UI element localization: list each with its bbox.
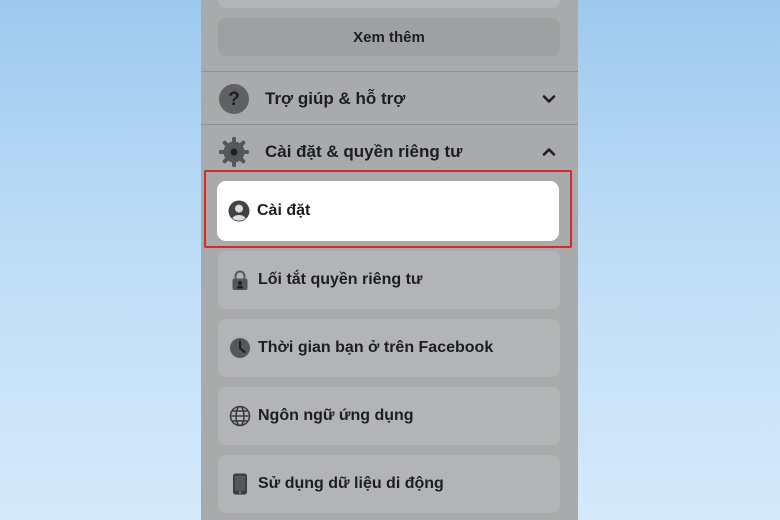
section-help-support[interactable]: ? Trợ giúp & hỗ trợ <box>201 76 578 122</box>
divider <box>201 71 578 72</box>
menu-item-label: Sử dụng dữ liệu di động <box>258 475 444 492</box>
menu-item-privacy-shortcuts[interactable]: Lối tắt quyền riêng tư <box>218 251 560 309</box>
lock-icon <box>232 270 248 290</box>
menu-item-label: Cài đặt <box>257 202 311 219</box>
menu-item-time-on-facebook[interactable]: Thời gian bạn ở trên Facebook <box>218 319 560 377</box>
menu-item-label: Lối tắt quyền riêng tư <box>258 271 423 288</box>
menu-panel: Xem thêm ? Trợ giúp & hỗ trợ Cài đặt & q… <box>201 0 578 520</box>
previous-card <box>218 0 560 8</box>
gear-icon <box>219 137 249 167</box>
globe-icon <box>229 405 251 427</box>
menu-item-label: Thời gian bạn ở trên Facebook <box>258 339 494 356</box>
menu-item-label: Ngôn ngữ ứng dụng <box>258 407 414 424</box>
section-settings-privacy[interactable]: Cài đặt & quyền riêng tư <box>201 129 578 175</box>
divider <box>201 124 578 125</box>
section-settings-privacy-label: Cài đặt & quyền riêng tư <box>265 142 463 161</box>
menu-item-app-language[interactable]: Ngôn ngữ ứng dụng <box>218 387 560 445</box>
chevron-down-icon[interactable] <box>541 91 557 107</box>
menu-item-settings[interactable]: Cài đặt <box>217 181 559 241</box>
question-icon: ? <box>219 84 249 114</box>
profile-icon <box>228 200 250 222</box>
see-more-button[interactable]: Xem thêm <box>218 18 560 56</box>
menu-item-mobile-data[interactable]: Sử dụng dữ liệu di động <box>218 455 560 513</box>
svg-text:?: ? <box>228 89 240 110</box>
chevron-up-icon[interactable] <box>541 144 557 160</box>
section-help-label: Trợ giúp & hỗ trợ <box>265 89 406 108</box>
clock-icon <box>230 338 250 358</box>
phone-icon <box>233 473 247 495</box>
